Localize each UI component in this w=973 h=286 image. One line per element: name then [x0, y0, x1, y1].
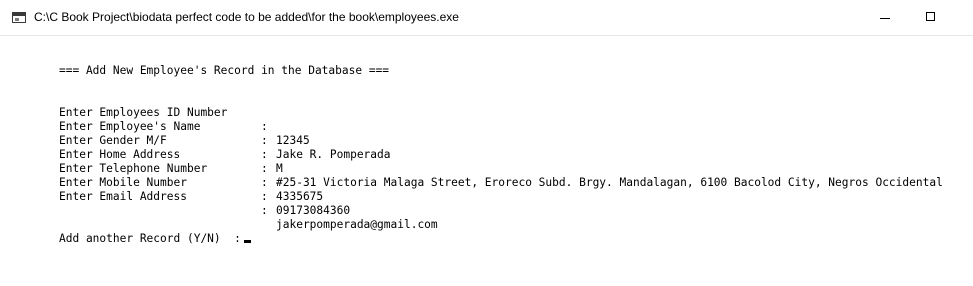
field-value: 09173084360 — [276, 204, 351, 217]
field-row-mobile: Enter Mobile Number : 09173084360 — [59, 162, 350, 217]
field-separator: : — [261, 148, 268, 161]
field-value: 4335675 — [276, 190, 324, 203]
field-row-telephone: Enter Telephone Number : 4335675 — [59, 148, 323, 203]
field-value: 12345 — [276, 134, 310, 147]
text-cursor — [243, 240, 251, 243]
field-separator: : — [261, 204, 268, 217]
field-separator: : — [261, 120, 268, 133]
minimize-button[interactable] — [862, 0, 908, 36]
field-separator: : — [261, 176, 268, 189]
console-app-icon — [12, 12, 26, 23]
field-row-employee-id: Enter Employees ID Number : 12345 — [59, 92, 310, 147]
minimize-icon — [880, 18, 890, 19]
field-separator: : — [261, 190, 268, 203]
field-row-gender: Enter Gender M/F : M — [59, 120, 283, 175]
field-separator: : — [261, 162, 268, 175]
field-value: M — [276, 162, 283, 175]
maximize-button[interactable] — [908, 0, 954, 36]
add-record-prompt[interactable]: Add another Record (Y/N) : — [59, 232, 251, 246]
console-output[interactable]: === Add New Employee's Record in the Dat… — [0, 36, 973, 286]
prompt-text: Add another Record (Y/N) : — [59, 232, 241, 245]
field-value: #25-31 Victoria Malaga Street, Eroreco S… — [276, 176, 943, 189]
field-value: Jake R. Pomperada — [276, 148, 391, 161]
field-row-employee-name: Enter Employee's Name : Jake R. Pomperad… — [59, 106, 391, 161]
title-bar[interactable]: C:\C Book Project\biodata perfect code t… — [0, 0, 973, 36]
field-separator: : — [261, 134, 268, 147]
window-title: C:\C Book Project\biodata perfect code t… — [34, 10, 459, 24]
console-window: C:\C Book Project\biodata perfect code t… — [0, 0, 973, 286]
maximize-icon — [926, 12, 935, 21]
field-row-home-address: Enter Home Address : #25-31 Victoria Mal… — [59, 134, 943, 189]
console-header: === Add New Employee's Record in the Dat… — [59, 64, 390, 77]
field-row-email: Enter Email Address : jakerpomperada@gma… — [59, 176, 438, 231]
field-label: Enter Email Address — [59, 190, 187, 203]
field-value: jakerpomperada@gmail.com — [276, 218, 438, 231]
